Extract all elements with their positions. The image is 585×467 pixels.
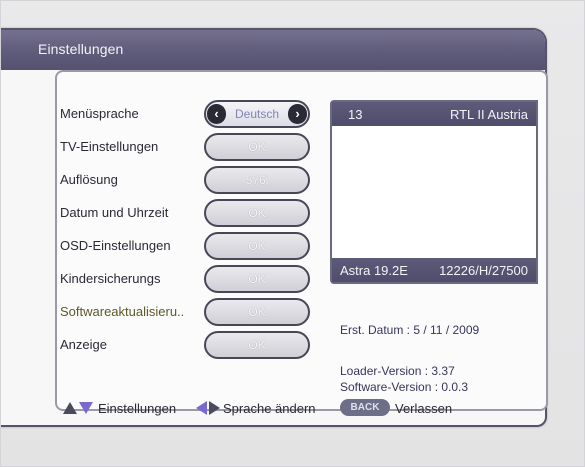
resolution-value: 576i bbox=[245, 173, 269, 187]
button-label: OK bbox=[248, 206, 266, 220]
parental-lock-ok-button[interactable]: OK bbox=[204, 265, 310, 293]
button-label: OK bbox=[248, 338, 266, 352]
preview-footer: Astra 19.2E 12226/H/27500 bbox=[332, 258, 536, 282]
footer-help-bar: Einstellungen Sprache ändern BACK Verlas… bbox=[55, 398, 545, 420]
triangle-left-icon bbox=[196, 401, 207, 415]
menu-row-tv-einstellungen[interactable]: TV-Einstellungen OK bbox=[60, 133, 322, 163]
menu-label: Menüsprache bbox=[60, 106, 139, 121]
footer-language-label: Sprache ändern bbox=[223, 401, 316, 416]
chevron-right-icon[interactable]: › bbox=[288, 104, 307, 124]
triangle-up-icon bbox=[63, 402, 77, 414]
software-version: Software-Version : 0.0.3 bbox=[340, 380, 469, 394]
menu-row-menusprache[interactable]: Menüsprache ‹ Deutsch › bbox=[60, 100, 322, 130]
triangle-right-icon bbox=[209, 401, 220, 415]
menu-row-osd-einstellungen[interactable]: OSD-Einstellungen OK bbox=[60, 232, 322, 262]
title-bar: Einstellungen bbox=[0, 30, 545, 70]
back-button[interactable]: BACK bbox=[340, 399, 390, 416]
footer-nav-label: Einstellungen bbox=[98, 401, 177, 416]
triangle-down-icon bbox=[79, 402, 93, 414]
display-ok-button[interactable]: OK bbox=[204, 331, 310, 359]
language-selector[interactable]: ‹ Deutsch › bbox=[204, 100, 310, 128]
menu-label: OSD-Einstellungen bbox=[60, 238, 171, 253]
menu-label: Kindersicherungs bbox=[60, 271, 161, 286]
channel-number: 13 bbox=[348, 107, 363, 122]
menu-row-aufloesung[interactable]: Auflösung 576i bbox=[60, 166, 322, 196]
menu-row-softwareaktualisierung[interactable]: Softwareaktualisieru.. OK bbox=[60, 298, 322, 328]
menu-row-datum-uhrzeit[interactable]: Datum und Uhrzeit OK bbox=[60, 199, 322, 229]
button-label: OK bbox=[248, 239, 266, 253]
software-update-ok-button[interactable]: OK bbox=[204, 298, 310, 326]
footer-exit-label: Verlassen bbox=[395, 401, 453, 416]
menu-row-anzeige[interactable]: Anzeige OK bbox=[60, 331, 322, 361]
channel-preview: 13 RTL II Austria Astra 19.2E 12226/H/27… bbox=[330, 100, 538, 284]
tv-screen: Einstellungen Menüsprache ‹ Deutsch › TV… bbox=[0, 0, 585, 467]
button-label: OK bbox=[248, 305, 266, 319]
menu-label: Anzeige bbox=[60, 337, 107, 352]
channel-name: RTL II Austria bbox=[449, 107, 528, 122]
transponder-info: 12226/H/27500 bbox=[439, 263, 528, 278]
button-label: OK bbox=[248, 140, 266, 154]
loader-version: Loader-Version : 3.37 bbox=[340, 364, 455, 378]
osd-settings-ok-button[interactable]: OK bbox=[204, 232, 310, 260]
first-date: Erst. Datum : 5 / 11 / 2009 bbox=[340, 323, 480, 337]
satellite-name: Astra 19.2E bbox=[340, 263, 408, 278]
window-title: Einstellungen bbox=[38, 41, 124, 57]
date-time-ok-button[interactable]: OK bbox=[204, 199, 310, 227]
menu-label: Auflösung bbox=[60, 172, 118, 187]
tv-settings-ok-button[interactable]: OK bbox=[204, 133, 310, 161]
settings-menu: Menüsprache ‹ Deutsch › TV-Einstellungen… bbox=[60, 100, 322, 372]
menu-label: Softwareaktualisieru.. bbox=[60, 304, 185, 319]
preview-header: 13 RTL II Austria bbox=[332, 102, 536, 126]
button-label: OK bbox=[248, 272, 266, 286]
menu-label: TV-Einstellungen bbox=[60, 139, 159, 154]
resolution-button[interactable]: 576i bbox=[204, 166, 310, 194]
menu-label: Datum und Uhrzeit bbox=[60, 205, 169, 220]
menu-row-kindersicherung[interactable]: Kindersicherungs OK bbox=[60, 265, 322, 295]
